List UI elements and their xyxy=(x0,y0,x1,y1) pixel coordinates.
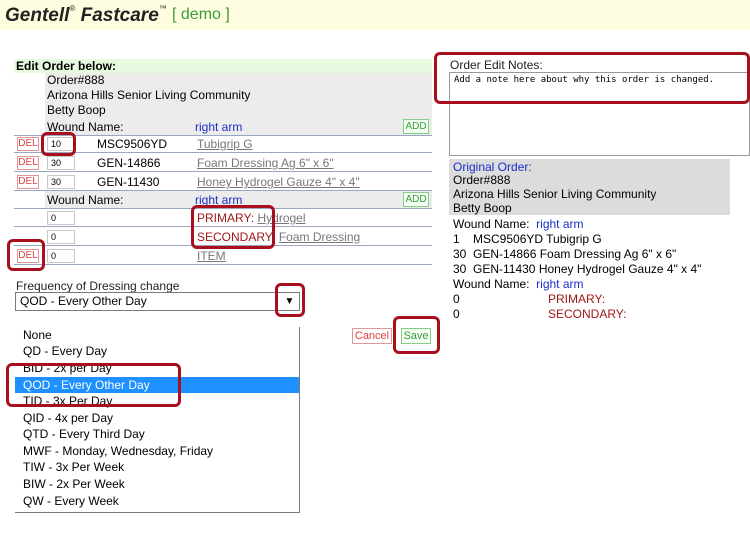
highlight-box xyxy=(7,239,45,271)
secondary-quantity-input[interactable] xyxy=(47,230,75,244)
item-quantity-input[interactable] xyxy=(47,249,75,263)
secondary-dressing-link[interactable]: Foam Dressing xyxy=(279,230,360,244)
original-item-qty: 1 xyxy=(453,232,460,246)
original-item-row: 30 GEN-14866 Foam Dressing Ag 6" x 6" xyxy=(453,247,676,261)
wound-name-label: Wound Name: xyxy=(47,193,124,207)
frequency-label: Frequency of Dressing change xyxy=(16,279,180,293)
original-primary-qty: 0 xyxy=(453,292,460,306)
divider xyxy=(14,171,432,172)
brand-logo: Gentell® Fastcare™ xyxy=(5,4,167,26)
original-order-title: Original Order: xyxy=(453,160,532,174)
edit-order-heading: Edit Order below: xyxy=(14,59,432,73)
highlight-box xyxy=(6,363,181,407)
primary-quantity-input[interactable] xyxy=(47,211,75,225)
patient-name: Betty Boop xyxy=(47,103,106,117)
frequency-option[interactable]: TIW - 3x Per Week xyxy=(15,459,299,475)
original-item-sku: GEN-14866 xyxy=(473,247,537,261)
original-secondary-label: SECONDARY: xyxy=(548,307,627,321)
original-item-qty: 30 xyxy=(453,262,467,276)
add-item-button[interactable]: ADD xyxy=(403,119,429,134)
original-item-desc: Honey Hydrogel Gauze 4" x 4" xyxy=(538,262,702,276)
frequency-option[interactable]: QW - Every Week xyxy=(15,493,299,509)
item-description-link[interactable]: Tubigrip G xyxy=(197,137,253,151)
item-sku: MSC9506YD xyxy=(97,137,168,151)
highlight-box xyxy=(434,52,750,104)
delete-button[interactable]: DEL xyxy=(17,137,39,151)
original-facility: Arizona Hills Senior Living Community xyxy=(453,187,657,201)
order-info: Order#888 Arizona Hills Senior Living Co… xyxy=(45,73,432,118)
wound-name-value: right arm xyxy=(195,120,243,134)
item-sku: GEN-14866 xyxy=(97,156,161,170)
original-item-row: 1 MSC9506YD Tubigrip G xyxy=(453,232,602,246)
frequency-option[interactable]: MWF - Monday, Wednesday, Friday xyxy=(15,443,299,459)
highlight-box xyxy=(191,205,275,249)
original-primary-label: PRIMARY: xyxy=(548,292,606,306)
original-wound-row: Wound Name: right arm xyxy=(453,217,584,231)
divider xyxy=(14,152,432,153)
original-item-desc: Foam Dressing Ag 6" x 6" xyxy=(539,247,677,261)
divider xyxy=(14,264,432,265)
divider xyxy=(14,135,432,136)
original-wound-row: Wound Name: right arm xyxy=(453,277,584,291)
quantity-input[interactable] xyxy=(47,175,75,189)
frequency-option[interactable]: None xyxy=(15,327,299,343)
cancel-button[interactable]: Cancel xyxy=(352,328,392,344)
original-secondary-qty: 0 xyxy=(453,307,460,321)
frequency-option[interactable]: QID - 4x per Day xyxy=(15,410,299,426)
original-item-row: 30 GEN-11430 Honey Hydrogel Gauze 4" x 4" xyxy=(453,262,701,276)
delete-button[interactable]: DEL xyxy=(17,156,39,170)
frequency-option[interactable]: QD - Every Day xyxy=(15,343,299,359)
add-item-button[interactable]: ADD xyxy=(403,192,429,207)
original-patient: Betty Boop xyxy=(453,201,512,215)
original-item-sku: MSC9506YD xyxy=(473,232,544,246)
frequency-option[interactable]: BIW - 2x Per Week xyxy=(15,476,299,492)
item-description-link[interactable]: Foam Dressing Ag 6" x 6" xyxy=(197,156,334,170)
frequency-option[interactable]: QTD - Every Third Day xyxy=(15,426,299,442)
quantity-input[interactable] xyxy=(47,156,75,170)
item-description-link[interactable]: Honey Hydrogel Gauze 4" x 4" xyxy=(197,175,360,189)
frequency-select[interactable]: QOD - Every Other Day xyxy=(15,292,300,311)
highlight-box xyxy=(393,316,440,354)
highlight-box xyxy=(41,132,76,156)
original-order-number: Order#888 xyxy=(453,173,511,187)
item-sku: GEN-11430 xyxy=(97,175,160,189)
original-item-sku: GEN-11430 xyxy=(473,262,536,276)
order-number: Order#888 xyxy=(47,73,105,87)
highlight-box xyxy=(275,283,305,317)
original-secondary-row: 0 SECONDARY: xyxy=(453,307,626,321)
wound-name-label: Wound Name: xyxy=(453,277,530,291)
wound-name-value: right arm xyxy=(536,277,584,291)
delete-button[interactable]: DEL xyxy=(17,175,39,189)
original-item-desc: Tubigrip G xyxy=(546,232,602,246)
wound-name-value: right arm xyxy=(536,217,584,231)
facility-name: Arizona Hills Senior Living Community xyxy=(47,88,251,102)
wound-name-label: Wound Name: xyxy=(453,217,530,231)
original-item-qty: 30 xyxy=(453,247,467,261)
frequency-dropdown-list: None QD - Every Day BID - 2x per Day QOD… xyxy=(15,327,300,513)
item-link[interactable]: ITEM xyxy=(197,249,226,263)
env-label: [ demo ] xyxy=(172,6,230,23)
original-primary-row: 0 PRIMARY: xyxy=(453,292,605,306)
